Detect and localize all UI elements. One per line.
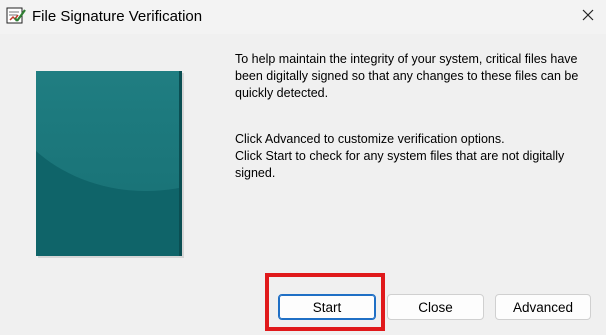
window-title: File Signature Verification xyxy=(32,8,203,25)
decorative-panel-image xyxy=(36,71,182,256)
advanced-hint-text: Click Advanced to customize verification… xyxy=(235,132,505,146)
close-button[interactable]: Close xyxy=(387,294,484,320)
start-hint-text: Click Start to check for any system file… xyxy=(235,149,565,180)
advanced-button[interactable]: Advanced xyxy=(495,294,591,320)
title-bar: File Signature Verification xyxy=(0,0,606,34)
close-window-button[interactable] xyxy=(572,2,604,32)
start-button-highlight xyxy=(265,273,385,331)
close-icon xyxy=(582,8,594,26)
signature-check-icon xyxy=(6,6,26,26)
intro-text: To help maintain the integrity of your s… xyxy=(235,52,579,100)
